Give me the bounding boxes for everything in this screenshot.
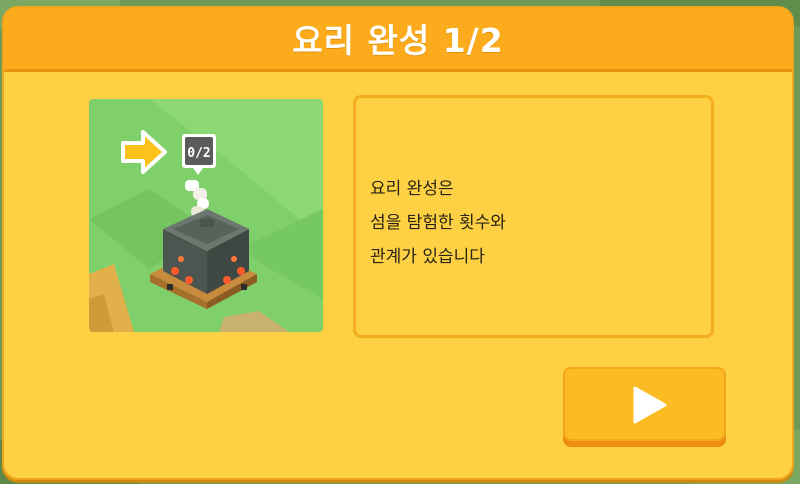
- play-icon: [633, 386, 667, 424]
- description-line: 섬을 탐험한 횟수와: [370, 213, 506, 233]
- description-text: 요리 완성은 섬을 탐험한 횟수와 관계가 있습니다: [370, 172, 506, 274]
- next-button[interactable]: [563, 367, 726, 441]
- counter-label: 0/2: [187, 146, 210, 161]
- dialog-title: 요리 완성 1/2: [292, 21, 504, 60]
- description-line: 요리 완성은: [370, 179, 454, 199]
- description-line: 관계가 있습니다: [370, 247, 485, 267]
- dialog-header: 요리 완성 1/2: [4, 8, 792, 72]
- preview-image: 0/2: [89, 99, 323, 332]
- description-panel: 요리 완성은 섬을 탐험한 횟수와 관계가 있습니다: [353, 95, 714, 338]
